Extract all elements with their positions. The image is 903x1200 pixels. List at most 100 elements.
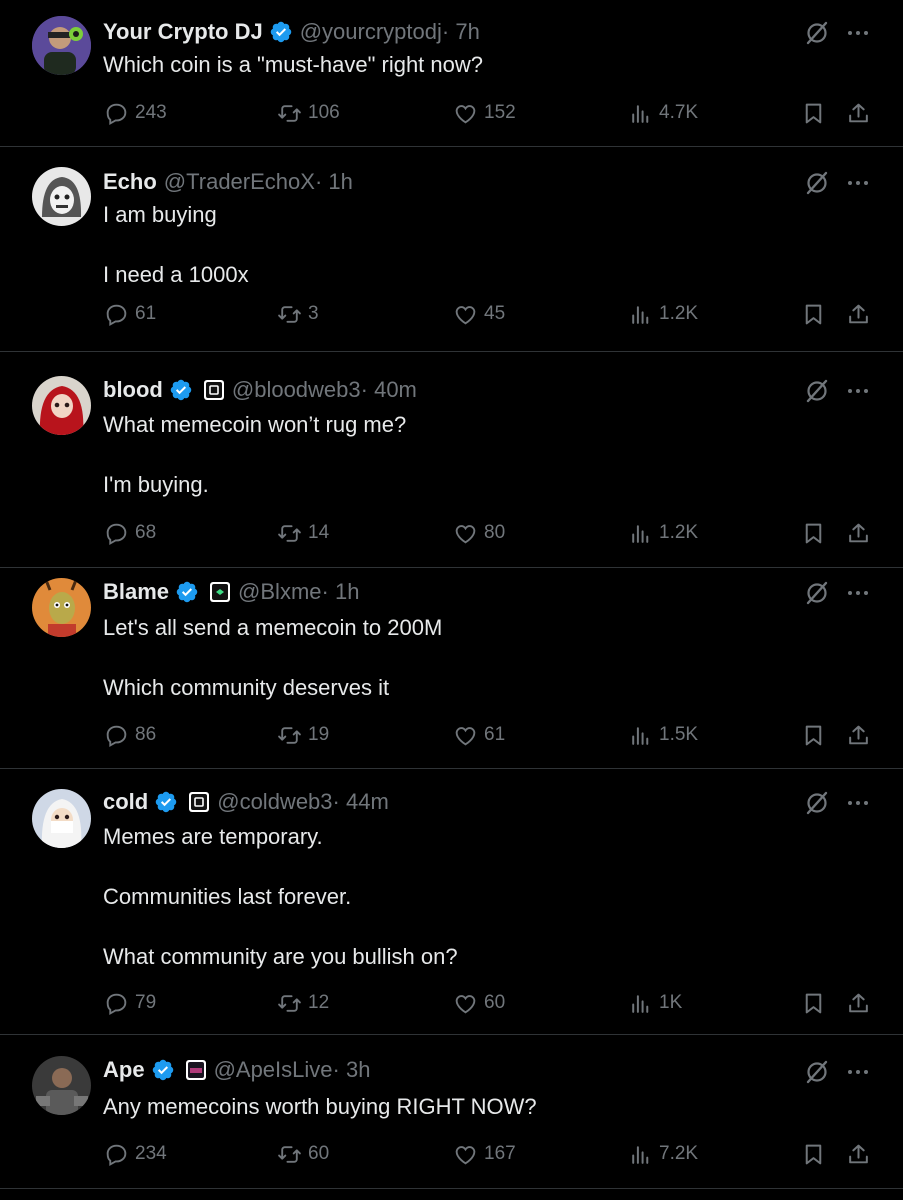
views-button[interactable]: 1.2K (628, 299, 698, 329)
display-name[interactable]: Ape (103, 1056, 145, 1084)
retweet-count: 3 (308, 303, 319, 324)
tweet[interactable]: Echo @TraderEchoX · 1h I am buying I nee… (0, 147, 903, 352)
share-button[interactable] (846, 988, 871, 1018)
retweet-icon (278, 524, 301, 542)
views-button[interactable]: 1.5K (628, 720, 698, 750)
handle[interactable]: @yourcryptodj (300, 18, 442, 46)
bookmark-icon (805, 725, 822, 745)
avatar[interactable] (32, 16, 91, 75)
affiliate-badge-icon[interactable] (209, 581, 231, 603)
share-button[interactable] (846, 299, 871, 329)
verified-badge-icon (169, 378, 193, 402)
bookmark-icon (805, 993, 822, 1013)
more-icon[interactable] (845, 20, 871, 46)
views-button[interactable]: 1.2K (628, 518, 698, 548)
bookmark-button[interactable] (801, 299, 826, 329)
timestamp[interactable]: · 1h (322, 578, 360, 606)
more-icon[interactable] (845, 1059, 871, 1085)
like-button[interactable]: 80 (453, 518, 505, 548)
grok-icon[interactable] (804, 580, 830, 606)
views-button[interactable]: 4.7K (628, 98, 698, 128)
share-icon (849, 1144, 868, 1163)
like-button[interactable]: 152 (453, 98, 516, 128)
reply-button[interactable]: 243 (104, 98, 167, 128)
share-button[interactable] (846, 720, 871, 750)
bookmark-button[interactable] (801, 988, 826, 1018)
avatar[interactable] (32, 167, 91, 226)
share-button[interactable] (846, 1139, 871, 1169)
more-icon[interactable] (845, 580, 871, 606)
grok-icon[interactable] (804, 790, 830, 816)
more-icon[interactable] (845, 790, 871, 816)
retweet-icon (278, 726, 301, 744)
grok-icon[interactable] (804, 378, 830, 404)
retweet-button[interactable]: 19 (277, 720, 329, 750)
share-button[interactable] (846, 518, 871, 548)
retweet-button[interactable]: 60 (277, 1139, 329, 1169)
views-count: 1.2K (659, 522, 699, 543)
affiliate-badge-icon[interactable] (185, 1059, 207, 1081)
affiliate-badge-icon[interactable] (188, 791, 210, 813)
timestamp[interactable]: · 3h (333, 1056, 371, 1084)
timestamp[interactable]: · 40m (361, 376, 417, 404)
like-button[interactable]: 60 (453, 988, 505, 1018)
tweet[interactable]: blood @bloodweb3 · 40m What memecoin won… (0, 352, 903, 568)
handle[interactable]: @Blxme (238, 578, 321, 606)
timestamp[interactable]: · 1h (315, 168, 353, 196)
reply-button[interactable]: 68 (104, 518, 156, 548)
retweet-button[interactable]: 14 (277, 518, 329, 548)
more-icon[interactable] (845, 378, 871, 404)
avatar[interactable] (32, 789, 91, 848)
retweet-button[interactable]: 106 (277, 98, 340, 128)
timestamp[interactable]: · 7h (442, 18, 480, 46)
display-name[interactable]: Blame (103, 578, 169, 606)
avatar[interactable] (32, 578, 91, 637)
tweet[interactable]: Your Crypto DJ @yourcryptodj · 7h Which … (0, 0, 903, 147)
handle[interactable]: @TraderEchoX (164, 168, 315, 196)
heart-icon (455, 524, 476, 543)
tweet-text: Memes are temporary. Communities last fo… (103, 824, 458, 969)
timestamp[interactable]: · 44m (333, 788, 389, 816)
display-name[interactable]: Echo (103, 168, 157, 196)
avatar[interactable] (32, 376, 91, 435)
tweet[interactable]: cold @coldweb3 · 44m Memes are temporary… (0, 769, 903, 1035)
views-icon (632, 994, 649, 1013)
handle[interactable]: @ApeIsLive (214, 1056, 333, 1084)
affiliate-badge-icon[interactable] (203, 379, 225, 401)
retweet-button[interactable]: 3 (277, 299, 319, 329)
action-bar: 243 106 152 4.7K (0, 98, 903, 128)
like-button[interactable]: 167 (453, 1139, 516, 1169)
grok-icon[interactable] (804, 170, 830, 196)
verified-badge-icon (154, 790, 178, 814)
heart-icon (455, 305, 476, 324)
views-button[interactable]: 7.2K (628, 1139, 698, 1169)
display-name[interactable]: blood (103, 376, 163, 404)
bookmark-button[interactable] (801, 1139, 826, 1169)
views-button[interactable]: 1K (628, 988, 682, 1018)
share-button[interactable] (846, 98, 871, 128)
more-icon[interactable] (845, 170, 871, 196)
reply-button[interactable]: 234 (104, 1139, 167, 1169)
tweet[interactable]: Blame @Blxme · 1h Let's all send a memec… (0, 568, 903, 769)
handle[interactable]: @coldweb3 (217, 788, 332, 816)
bookmark-button[interactable] (801, 720, 826, 750)
verified-badge-icon (175, 580, 199, 604)
reply-button[interactable]: 61 (104, 299, 156, 329)
like-button[interactable]: 45 (453, 299, 505, 329)
like-button[interactable]: 61 (453, 720, 505, 750)
retweet-button[interactable]: 12 (277, 988, 329, 1018)
display-name[interactable]: cold (103, 788, 148, 816)
bookmark-button[interactable] (801, 98, 826, 128)
reply-button[interactable]: 79 (104, 988, 156, 1018)
grok-icon[interactable] (804, 1059, 830, 1085)
handle[interactable]: @bloodweb3 (232, 376, 361, 404)
tweet[interactable]: Ape @ApeIsLive · 3h Any memecoins worth … (0, 1035, 903, 1189)
views-count: 1.2K (659, 303, 699, 324)
display-name[interactable]: Your Crypto DJ (103, 18, 263, 46)
share-icon (849, 523, 868, 542)
bookmark-button[interactable] (801, 518, 826, 548)
verified-badge-icon (151, 1058, 175, 1082)
avatar[interactable] (32, 1056, 91, 1115)
reply-button[interactable]: 86 (104, 720, 156, 750)
grok-icon[interactable] (804, 20, 830, 46)
